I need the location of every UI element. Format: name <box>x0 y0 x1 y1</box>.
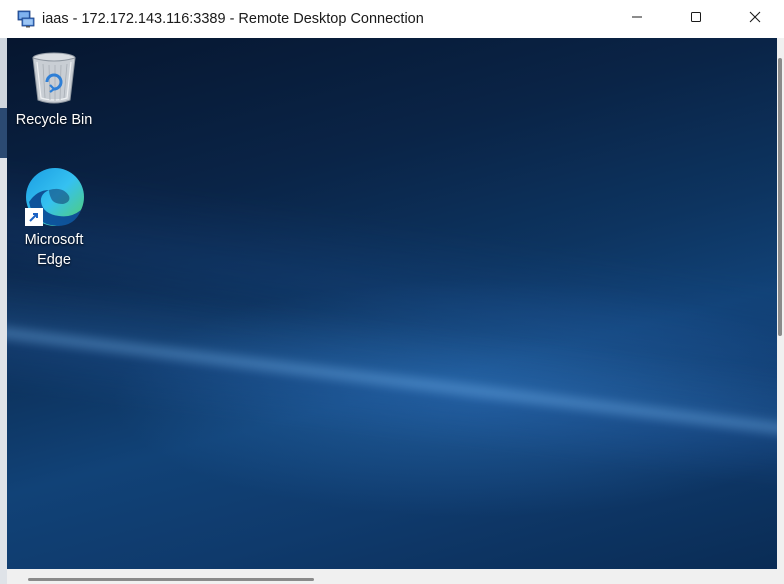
maximize-button[interactable] <box>666 0 725 38</box>
desktop-icon-recycle-bin[interactable]: Recycle Bin <box>14 46 94 130</box>
close-button[interactable] <box>725 0 784 38</box>
title-bar[interactable]: iaas - 172.172.143.116:3389 - Remote Des… <box>0 0 784 38</box>
edge-icon <box>23 166 85 228</box>
minimize-icon <box>631 10 643 28</box>
remote-desktop-window: iaas - 172.172.143.116:3389 - Remote Des… <box>0 0 784 584</box>
remote-desktop-area[interactable]: Recycle Bin Microsoft Edge <box>7 38 777 569</box>
recycle-bin-label: Recycle Bin <box>15 112 93 128</box>
window-controls <box>607 0 784 38</box>
horizontal-scroll-thumb[interactable] <box>28 578 314 581</box>
close-icon <box>749 10 761 28</box>
remote-desktop-icon <box>17 10 35 28</box>
recycle-bin-icon <box>23 46 85 108</box>
edge-label-line1: Microsoft <box>24 232 84 248</box>
edge-label-line2: Edge <box>37 252 71 268</box>
horizontal-scrollbar[interactable] <box>7 569 784 584</box>
host-desktop-edge <box>0 38 7 584</box>
vertical-scroll-thumb[interactable] <box>778 58 782 336</box>
window-title: iaas - 172.172.143.116:3389 - Remote Des… <box>42 11 424 27</box>
desktop-icon-microsoft-edge[interactable]: Microsoft Edge <box>14 166 94 270</box>
minimize-button[interactable] <box>607 0 666 38</box>
maximize-icon <box>690 10 702 28</box>
vertical-scrollbar[interactable] <box>777 38 784 569</box>
